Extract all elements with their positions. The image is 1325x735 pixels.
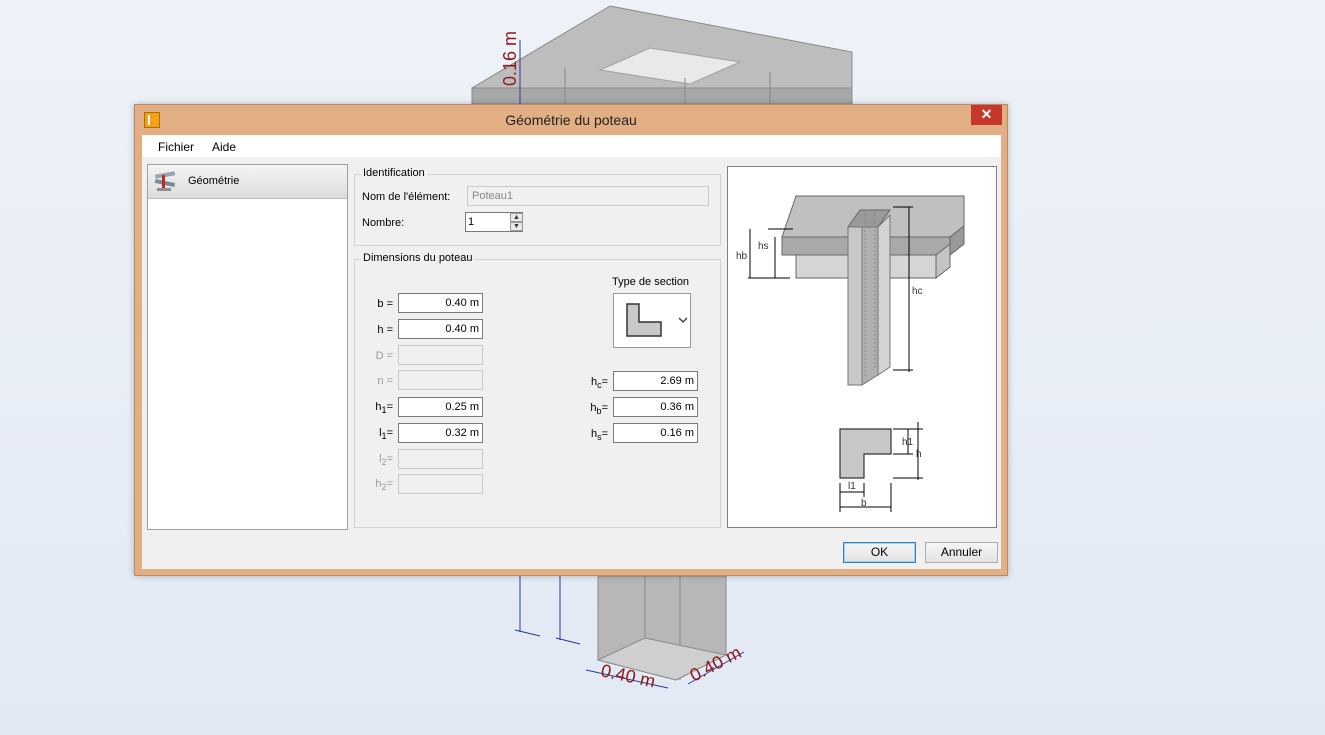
nav-item-geometrie[interactable]: Géométrie — [148, 165, 347, 199]
l2-input — [398, 449, 483, 469]
preview-b-label: b — [861, 498, 867, 509]
n-label: n = — [377, 375, 393, 387]
h-label: h = — [377, 324, 393, 336]
b-input[interactable]: 0.40 m — [398, 293, 483, 313]
ok-button[interactable]: OK — [843, 542, 916, 563]
hc-label: hc= — [590, 376, 608, 391]
l-section-icon — [626, 303, 662, 337]
d-input — [398, 345, 483, 365]
dimensions-group: Dimensions du poteau b = 0.40 m h = 0.40… — [354, 252, 721, 528]
nav-panel: Géométrie — [147, 164, 348, 530]
h2-input — [398, 474, 483, 494]
dimensions-title: Dimensions du poteau — [361, 252, 475, 264]
section-type-label: Type de section — [612, 276, 690, 288]
preview-hc-label: hc — [912, 286, 923, 297]
l2-label: l2= — [379, 453, 393, 468]
name-label: Nom de l'élément: — [362, 191, 451, 203]
close-icon: ✕ — [980, 106, 993, 122]
preview-l1-label: l1 — [848, 481, 856, 492]
count-spin-down[interactable]: ▼ — [510, 222, 523, 231]
preview-hs-label: hs — [758, 241, 769, 252]
hb-label: hb= — [590, 402, 608, 417]
section-preview: hc hb hs h1 h l1 b — [727, 166, 997, 528]
count-label: Nombre: — [362, 217, 405, 229]
nav-item-label: Géométrie — [188, 175, 240, 187]
dialog-title: Géométrie du poteau — [505, 112, 637, 128]
preview-h-label: h — [916, 449, 922, 460]
dialog-client: Fichier Aide Géométrie Identification No… — [142, 135, 1001, 569]
hb-input[interactable]: 0.36 m — [613, 397, 698, 417]
slab-side — [471, 87, 853, 105]
h2-label: h2= — [375, 478, 393, 493]
count-spin-up[interactable]: ▲ — [510, 213, 523, 222]
l1-input[interactable]: 0.32 m — [398, 423, 483, 443]
hc-input[interactable]: 2.69 m — [613, 371, 698, 391]
scene-dim-top: 0.16 m — [500, 31, 520, 86]
chevron-down-icon — [678, 317, 688, 324]
identification-title: Identification — [361, 167, 427, 179]
menu-bar: Fichier Aide — [142, 135, 1001, 157]
menu-fichier[interactable]: Fichier — [158, 140, 194, 154]
cancel-button[interactable]: Annuler — [925, 542, 998, 563]
preview-drawing: hc hb hs h1 h l1 b — [736, 195, 965, 512]
title-bar[interactable]: Géométrie du poteau ✕ — [135, 105, 1007, 135]
l1-label: l1= — [379, 427, 393, 442]
h1-label: h1= — [375, 401, 393, 416]
menu-aide[interactable]: Aide — [212, 140, 236, 154]
geometry-dialog: Géométrie du poteau ✕ Fichier Aide Géomé… — [134, 104, 1008, 576]
element-name-field: Poteau1 — [467, 186, 709, 206]
hs-label: hs= — [590, 428, 608, 443]
h-input[interactable]: 0.40 m — [398, 319, 483, 339]
hs-input[interactable]: 0.16 m — [613, 423, 698, 443]
h1-input[interactable]: 0.25 m — [398, 397, 483, 417]
preview-hb-label: hb — [736, 251, 748, 262]
section-type-select[interactable] — [613, 293, 691, 348]
geometry-tools-icon — [154, 171, 176, 191]
n-input — [398, 370, 483, 390]
b-label: b = — [377, 298, 393, 310]
identification-group: Identification Nom de l'élément: Poteau1… — [354, 167, 721, 246]
close-button[interactable]: ✕ — [971, 105, 1002, 125]
d-label: D = — [375, 350, 393, 362]
preview-h1-label: h1 — [902, 437, 914, 448]
